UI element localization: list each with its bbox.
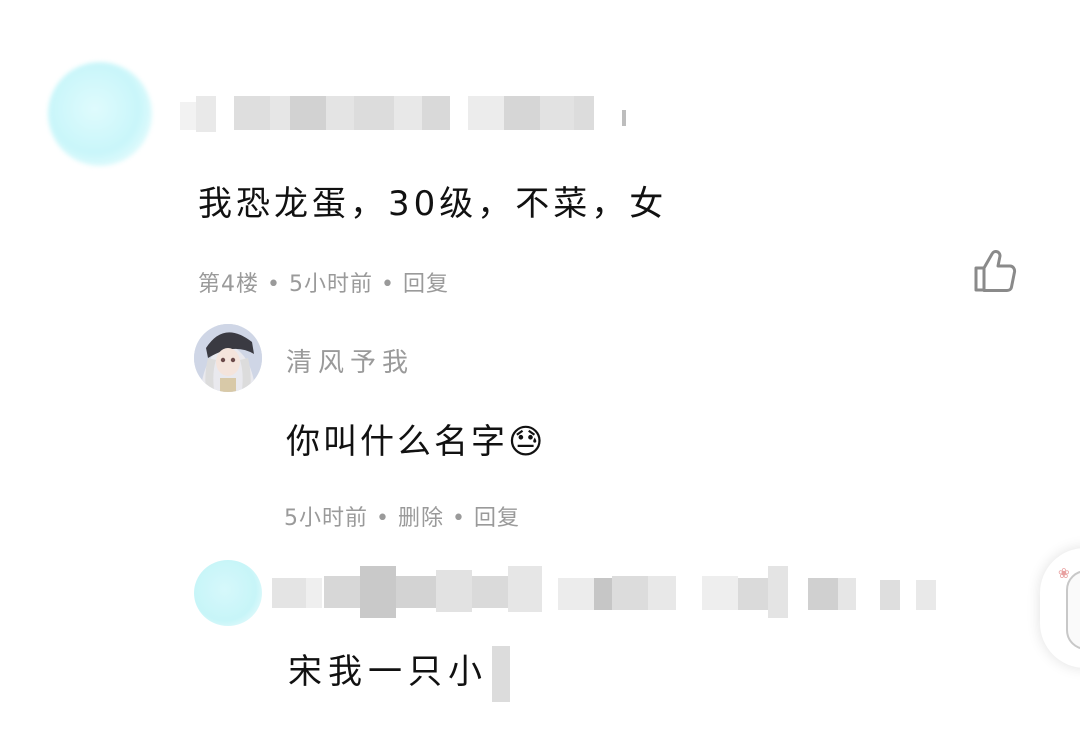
floating-action-icon[interactable] xyxy=(1066,570,1080,650)
commenter-avatar-blurred[interactable] xyxy=(48,62,152,166)
reply-meta: 5小时前 • 删除 • 回复 xyxy=(284,506,520,531)
delete-link[interactable]: 删除 xyxy=(398,506,444,531)
reply-link[interactable]: 回复 xyxy=(474,506,520,531)
comment-text-visible: 宋我一只小 xyxy=(288,652,488,692)
comment-text: 我恐龙蛋，30级，不菜，女 xyxy=(198,184,668,224)
reply-link[interactable]: 回复 xyxy=(403,272,449,297)
commenter-name-blurred[interactable] xyxy=(180,96,630,132)
comment-text: 宋我一只小 xyxy=(288,644,510,702)
reply-text: 你叫什么名字😓 xyxy=(286,422,547,462)
reply-username[interactable]: 清风予我 xyxy=(286,342,414,379)
heart-decoration-icon: ❀ xyxy=(1058,566,1070,582)
floor-label: 第4楼 xyxy=(198,272,259,297)
comment-meta: 第4楼 • 5小时前 • 回复 xyxy=(198,272,449,297)
thumbs-up-icon[interactable] xyxy=(972,248,1020,294)
commenter-avatar-blurred[interactable] xyxy=(194,560,262,626)
commenter-name-blurred[interactable] xyxy=(272,566,952,618)
blurred-char xyxy=(492,645,510,702)
comment-time: 5小时前 xyxy=(288,272,373,297)
avatar[interactable] xyxy=(194,324,262,392)
reply-time: 5小时前 xyxy=(284,506,368,531)
